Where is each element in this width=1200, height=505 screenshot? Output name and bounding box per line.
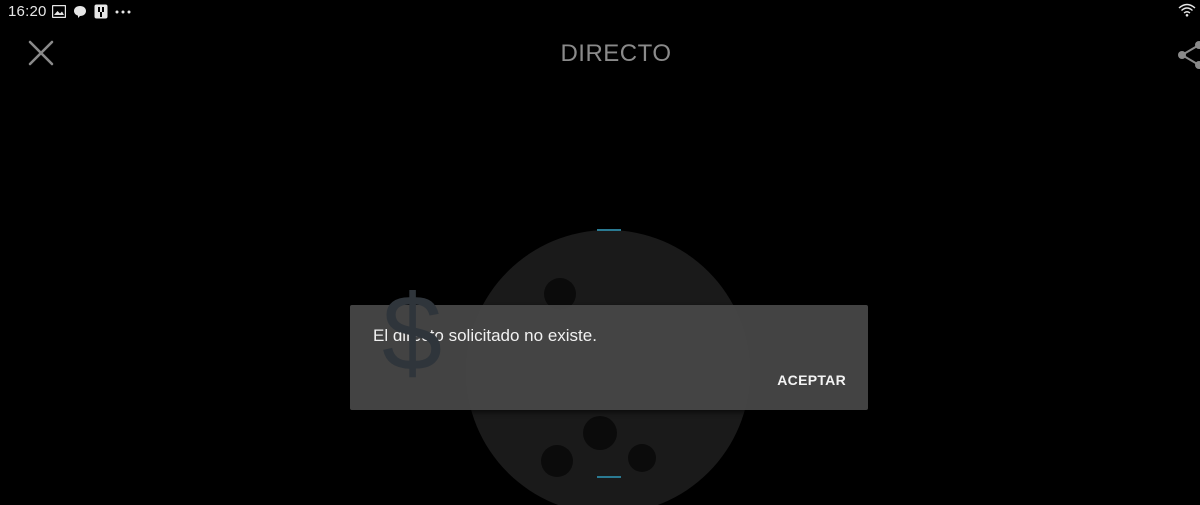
loading-indicator-bottom	[597, 476, 621, 478]
app-notification-icon	[94, 4, 108, 19]
image-icon	[52, 5, 66, 18]
wifi-icon	[1178, 3, 1196, 22]
background-dot	[583, 416, 617, 450]
dollar-sign-icon: $	[382, 272, 443, 393]
status-bar: 16:20	[0, 0, 1200, 24]
share-icon	[1178, 41, 1200, 69]
accept-button[interactable]: ACEPTAR	[777, 372, 846, 388]
screen: 16:20 DIRECTO El directo solicitado no e…	[0, 0, 1200, 505]
share-button[interactable]	[1176, 40, 1200, 70]
error-dialog: El directo solicitado no existe. $ ACEPT…	[350, 279, 868, 410]
page-title: DIRECTO	[560, 40, 672, 67]
player-background-art	[466, 230, 750, 505]
more-dots-icon	[115, 9, 131, 15]
background-dot	[541, 445, 573, 477]
status-icons	[52, 4, 131, 19]
background-dot	[628, 444, 656, 472]
loading-indicator-top	[597, 229, 621, 231]
chat-bubble-icon	[73, 5, 87, 19]
status-time: 16:20	[8, 3, 47, 20]
